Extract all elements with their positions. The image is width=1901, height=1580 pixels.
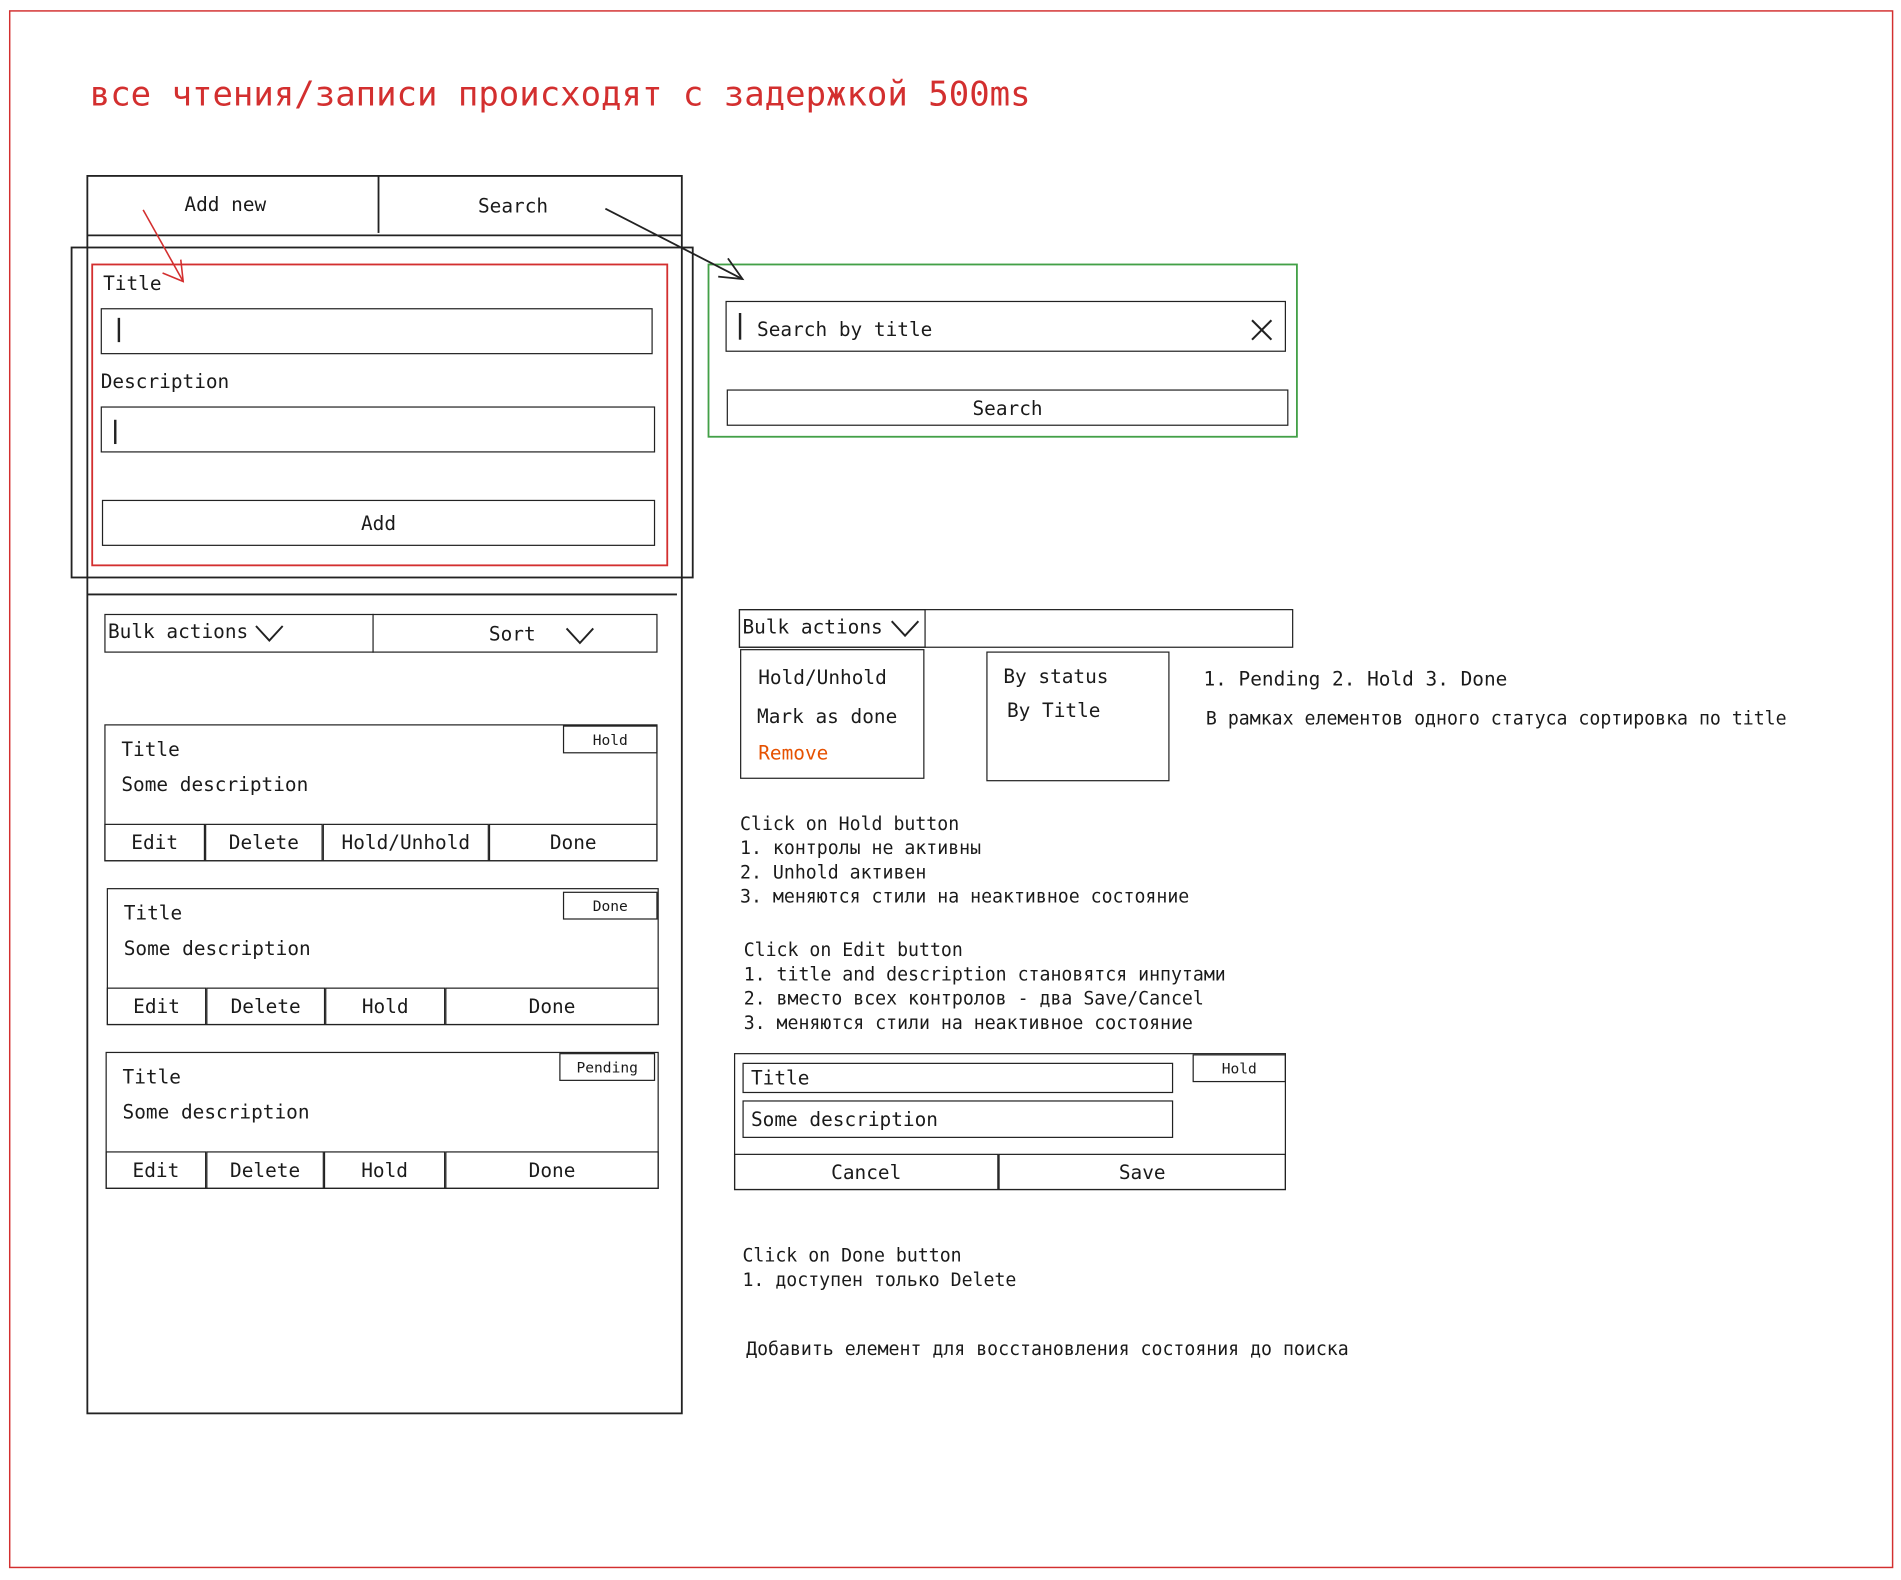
chevron-down-icon[interactable] (255, 624, 284, 643)
add-button[interactable]: Add (101, 499, 656, 546)
wireframe-canvas: все чтения/записи происходят с задержкой… (0, 0, 1901, 1580)
bulk-actions-label: Bulk actions (742, 615, 883, 639)
done-button[interactable]: Done (488, 823, 658, 862)
text-cursor (117, 317, 120, 343)
card-description: Some description (123, 936, 311, 960)
edit-button[interactable]: Edit (106, 987, 207, 1026)
chevron-down-icon[interactable] (565, 626, 594, 645)
delete-button[interactable]: Delete (206, 1151, 324, 1189)
menu-item-mark-as-done[interactable]: Mark as done (757, 707, 897, 726)
done-notes: Click on Done button 1. доступен только … (742, 1244, 1017, 1291)
sort-order-note: 1. Pending 2. Hold 3. Done (1203, 667, 1508, 691)
text-cursor (114, 419, 116, 445)
text-cursor (738, 313, 741, 340)
hold-notes: Click on Hold button 1. контролы не акти… (740, 812, 1190, 908)
card-description: Some description (122, 1100, 310, 1124)
status-badge: Done (562, 891, 658, 920)
delete-button[interactable]: Delete (205, 823, 323, 862)
status-badge: Hold (1192, 1054, 1286, 1083)
menu-item-remove[interactable]: Remove (758, 743, 828, 763)
card-description: Some description (121, 772, 309, 796)
hold-button[interactable]: Hold (325, 987, 446, 1026)
cancel-button[interactable]: Cancel (733, 1153, 999, 1191)
status-badge: Pending (559, 1053, 656, 1081)
card-title: Title (123, 901, 183, 925)
sort-by-status[interactable]: By status (1003, 667, 1108, 686)
save-button[interactable]: Save (998, 1153, 1286, 1191)
edit-button[interactable]: Edit (104, 823, 206, 862)
search-button[interactable]: Search (726, 389, 1289, 426)
arrow-red (142, 209, 184, 282)
edit-button[interactable]: Edit (105, 1151, 207, 1189)
bulk-actions-dropdown[interactable]: Bulk actions (108, 622, 248, 641)
hold-button[interactable]: Hold (323, 1151, 446, 1189)
done-button[interactable]: Done (445, 1151, 659, 1189)
sort-by-title[interactable]: By Title (1007, 701, 1100, 720)
edit-notes: Click on Edit button 1. title and descri… (743, 939, 1226, 1034)
hold-unhold-button[interactable]: Hold/Unhold (322, 823, 489, 862)
description-label: Description (100, 370, 230, 394)
delete-button[interactable]: Delete (206, 987, 326, 1026)
tab-search[interactable]: Search (478, 196, 548, 216)
card-title: Title (122, 1065, 181, 1089)
tab-add-new[interactable]: Add new (184, 195, 266, 214)
edit-description-value: Some description (750, 1107, 938, 1131)
search-placeholder: Search by title (757, 317, 933, 341)
title-input[interactable] (100, 308, 653, 355)
chevron-down-icon[interactable] (890, 619, 920, 638)
sort-within-status-note: В рамках елементов одного статуса сортир… (1205, 707, 1787, 730)
description-input[interactable] (100, 406, 656, 453)
restore-note: Добавить елемент для восстановления сост… (746, 1338, 1349, 1360)
card-title: Title (121, 737, 180, 761)
close-icon[interactable] (1250, 318, 1274, 342)
toolbar-divider (372, 613, 374, 653)
title-label: Title (103, 271, 162, 295)
done-button[interactable]: Done (445, 987, 659, 1026)
arrow-black (604, 207, 743, 280)
sort-dropdown[interactable]: Sort (489, 624, 536, 644)
headline: все чтения/записи происходят с задержкой… (89, 74, 1031, 115)
status-badge: Hold (562, 725, 658, 754)
menu-item-hold-unhold[interactable]: Hold/Unhold (758, 668, 887, 687)
edit-title-value: Title (750, 1066, 810, 1090)
